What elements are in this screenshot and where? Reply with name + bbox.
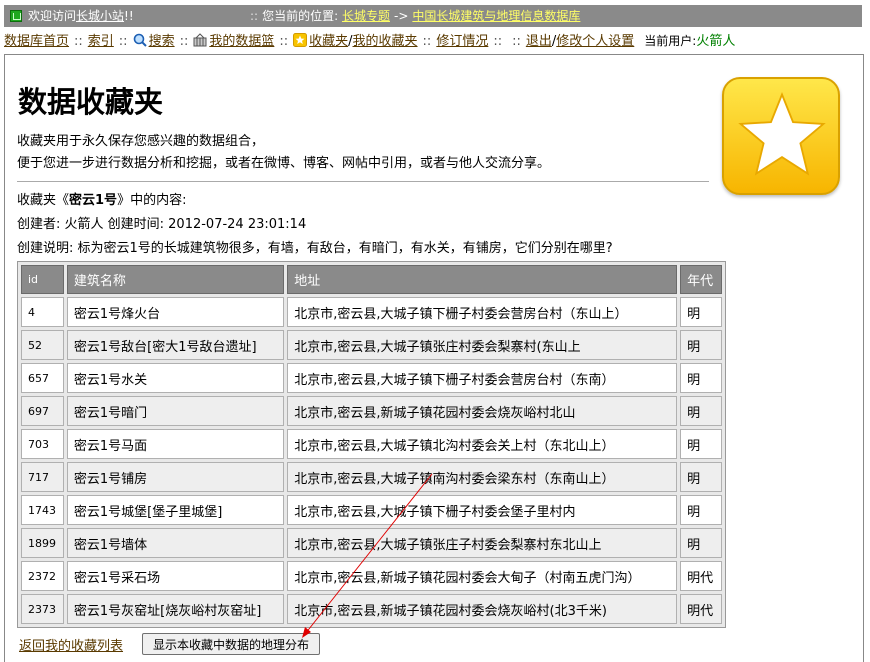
content-panel: 数据收藏夹 收藏夹用于永久保存您感兴趣的数据组合， 便于您进一步进行数据分析和挖… <box>4 54 864 662</box>
cell-era: 明 <box>680 495 722 525</box>
cell-id: 703 <box>21 429 64 459</box>
breadcrumb-topic-link[interactable]: 长城专题 <box>342 9 390 23</box>
cell-id: 697 <box>21 396 64 426</box>
cell-name: 密云1号敌台[密大1号敌台遗址] <box>66 330 285 360</box>
cell-id: 1899 <box>21 528 64 558</box>
page-title: 数据收藏夹 <box>18 85 164 119</box>
cell-id: 717 <box>21 462 64 492</box>
site-home-link[interactable]: 长城小站 <box>76 9 124 23</box>
table-row: 2372 密云1号采石场 北京市,密云县,新城子镇花园村委会大甸子（村南五虎门沟）明… <box>21 561 722 591</box>
favorites-star-icon <box>722 77 840 195</box>
table-row: 717 密云1号铺房 北京市,密云县,大城子镇南沟村委会梁东村（东南山上）明 <box>21 462 722 492</box>
table-row: 703 密云1号马面 北京市,密云县,大城子镇北沟村委会关上村（东北山上）明 <box>21 429 722 459</box>
header-id: id <box>21 265 64 294</box>
nav-logout-link[interactable]: 退出 <box>526 34 552 49</box>
nav-db-home-link[interactable]: 数据库首页 <box>4 34 69 49</box>
cell-address: 北京市,密云县,新城子镇花园村委会烧灰峪村北山 <box>287 396 678 426</box>
cell-name: 密云1号暗门 <box>66 396 285 426</box>
table-row: 1899 密云1号墙体 北京市,密云县,大城子镇张庄子村委会梨寨村东北山上明 <box>21 528 722 558</box>
cell-address: 北京市,密云县,大城子镇张庄村委会梨寨村(东山上 <box>287 330 678 360</box>
table-row: 52 密云1号敌台[密大1号敌台遗址] 北京市,密云县,大城子镇张庄村委会梨寨村(东… <box>21 330 722 360</box>
cell-era: 明 <box>680 396 722 426</box>
top-bar: 欢迎访问长城小站!! :: 您当前的位置: 长城专题 -> 中国长城建筑与地理信息数据… <box>4 5 862 27</box>
cell-era: 明 <box>680 363 722 393</box>
cell-name: 密云1号马面 <box>66 429 285 459</box>
cell-address: 北京市,密云县,大城子镇下栅子村委会营房台村（东山上） <box>287 297 678 327</box>
cell-name: 密云1号墙体 <box>66 528 285 558</box>
cell-id: 2373 <box>21 594 64 624</box>
table-row: 4 密云1号烽火台 北京市,密云县,大城子镇下栅子村委会营房台村（东山上）明 <box>21 297 722 327</box>
collection-name: 密云1号 <box>69 193 118 208</box>
current-user-label: 当前用户: <box>644 34 697 48</box>
header-name: 建筑名称 <box>66 265 285 294</box>
current-user-name: 火箭人 <box>696 34 736 49</box>
nav-revisions-link[interactable]: 修订情况 <box>436 34 488 49</box>
star-glyph-icon <box>738 92 826 176</box>
collection-table: id 建筑名称 地址 年代 4 密云1号烽火台 北京市,密云县,大城子镇下栅子村委会… <box>17 261 726 628</box>
cell-id: 4 <box>21 297 64 327</box>
basket-icon <box>193 33 207 47</box>
header-address: 地址 <box>287 265 678 294</box>
cell-address: 北京市,密云县,新城子镇花园村委会大甸子（村南五虎门沟） <box>287 561 678 591</box>
cell-name: 密云1号城堡[堡子里城堡] <box>66 495 285 525</box>
divider <box>17 181 709 182</box>
collection-heading: 收藏夹《密云1号》中的内容: <box>17 193 187 208</box>
welcome-text: 欢迎访问长城小站!! <box>28 9 134 23</box>
table-row: 1743 密云1号城堡[堡子里城堡] 北京市,密云县,大城子镇下栅子村委会堡子里村内… <box>21 495 722 525</box>
cell-name: 密云1号采石场 <box>66 561 285 591</box>
collection-description: 创建说明: 标为密云1号的长城建筑物很多，有墙，有敌台，有暗门，有水关，有铺房，… <box>17 241 613 256</box>
nav-favorites-link[interactable]: 收藏夹 <box>309 34 348 49</box>
cell-era: 明 <box>680 330 722 360</box>
table-row: 2373 密云1号灰窑址[烧灰峪村灰窑址] 北京市,密云县,新城子镇花园村委会烧灰峪… <box>21 594 722 624</box>
nav-my-favorites-link[interactable]: 我的收藏夹 <box>353 34 418 49</box>
table-header-row: id 建筑名称 地址 年代 <box>21 265 722 294</box>
cell-name: 密云1号烽火台 <box>66 297 285 327</box>
nav-data-basket-link[interactable]: 我的数据篮 <box>209 34 274 49</box>
cell-era: 明代 <box>680 561 722 591</box>
cell-address: 北京市,密云县,大城子镇下栅子村委会营房台村（东南） <box>287 363 678 393</box>
cell-id: 657 <box>21 363 64 393</box>
cell-era: 明 <box>680 297 722 327</box>
table-row: 697 密云1号暗门 北京市,密云县,新城子镇花园村委会烧灰峪村北山明 <box>21 396 722 426</box>
star-icon <box>293 33 308 47</box>
cell-address: 北京市,密云县,大城子镇下栅子村委会堡子里村内 <box>287 495 678 525</box>
nav-index-link[interactable]: 索引 <box>88 34 114 49</box>
cell-address: 北京市,密云县,大城子镇南沟村委会梁东村（东南山上） <box>287 462 678 492</box>
header-era: 年代 <box>680 265 722 294</box>
table-row: 657 密云1号水关 北京市,密云县,大城子镇下栅子村委会营房台村（东南）明 <box>21 363 722 393</box>
cell-id: 2372 <box>21 561 64 591</box>
search-icon <box>133 33 147 47</box>
show-map-distribution-button[interactable]: 显示本收藏中数据的地理分布 <box>142 633 321 655</box>
cell-era: 明 <box>680 528 722 558</box>
nav-bar: 数据库首页:: 索引:: 搜索:: 我的数据篮:: 收藏夹/我的收藏夹:: 修订情况:::… <box>4 33 736 49</box>
cell-era: 明代 <box>680 594 722 624</box>
cell-address: 北京市,密云县,新城子镇花园村委会烧灰峪村(北3千米) <box>287 594 678 624</box>
cell-name: 密云1号灰窑址[烧灰峪村灰窑址] <box>66 594 285 624</box>
breadcrumb: :: 您当前的位置: 长城专题 -> 中国长城建筑与地理信息数据库 <box>250 9 581 23</box>
breadcrumb-database-link[interactable]: 中国长城建筑与地理信息数据库 <box>412 9 580 23</box>
back-to-favorites-link[interactable]: 返回我的收藏列表 <box>19 635 123 654</box>
cell-id: 52 <box>21 330 64 360</box>
cell-era: 明 <box>680 429 722 459</box>
cell-name: 密云1号水关 <box>66 363 285 393</box>
cell-era: 明 <box>680 462 722 492</box>
nav-profile-link[interactable]: 修改个人设置 <box>556 34 634 49</box>
cell-address: 北京市,密云县,大城子镇张庄子村委会梨寨村东北山上 <box>287 528 678 558</box>
creator-info: 创建者: 火箭人 创建时间: 2012-07-24 23:01:14 <box>17 217 307 232</box>
intro-text: 收藏夹用于永久保存您感兴趣的数据组合， 便于您进一步进行数据分析和挖掘，或者在微… <box>17 134 551 171</box>
cell-address: 北京市,密云县,大城子镇北沟村委会关上村（东北山上） <box>287 429 678 459</box>
nav-search-link[interactable]: 搜索 <box>149 34 175 49</box>
cell-name: 密云1号铺房 <box>66 462 285 492</box>
cell-id: 1743 <box>21 495 64 525</box>
site-logo-icon <box>10 10 22 22</box>
